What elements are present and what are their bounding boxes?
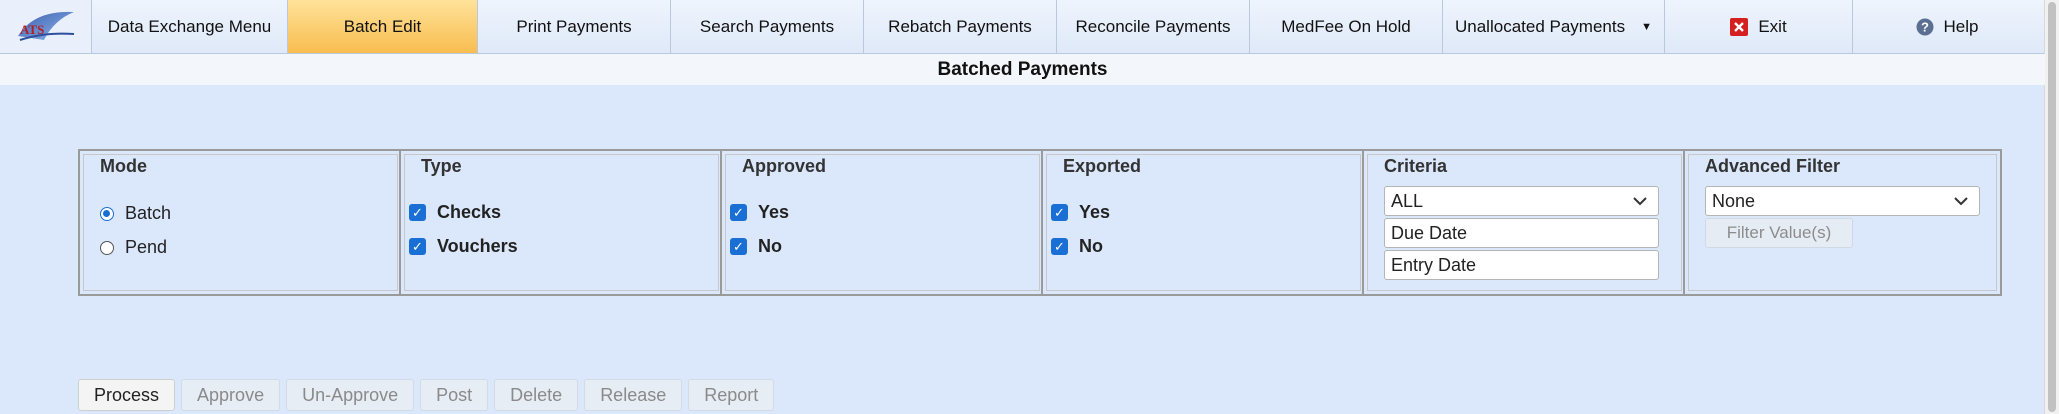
button-label: Release [600, 384, 667, 405]
menu-label: Exit [1758, 16, 1787, 36]
option-label: No [1079, 236, 1103, 256]
menu-label: Print Payments [516, 16, 632, 36]
criteria-title: Criteria [1384, 156, 1448, 176]
svg-text:?: ? [1921, 19, 1929, 34]
advanced-filter-title: Advanced Filter [1705, 156, 1841, 176]
mode-title: Mode [100, 156, 147, 176]
menu-help[interactable]: ? Help [1853, 0, 2041, 53]
advanced-filter-group: Advanced Filter None Filter Value(s) [1685, 151, 2000, 294]
menu-label: MedFee On Hold [1281, 16, 1411, 36]
title-bar: Batched Payments [0, 54, 2045, 85]
type-group: Type ✓ Checks ✓ Vouchers [401, 151, 722, 294]
menu-label: Batch Edit [343, 16, 422, 36]
approved-option-yes[interactable]: ✓ Yes [730, 202, 789, 223]
exported-title: Exported [1063, 156, 1142, 176]
option-label: Checks [437, 202, 502, 222]
option-label: Batch [125, 203, 172, 223]
menu-reconcile-payments[interactable]: Reconcile Payments [1057, 0, 1250, 53]
top-menu-bar: ATS Data Exchange Menu Batch Edit Print … [0, 0, 2045, 54]
advanced-filter-select[interactable]: None [1705, 186, 1980, 216]
select-value: ALL [1391, 190, 1424, 211]
menu-exit[interactable]: Exit [1665, 0, 1853, 53]
exported-option-yes[interactable]: ✓ Yes [1051, 202, 1110, 223]
approved-title: Approved [742, 156, 827, 176]
field-value: Entry Date [1391, 254, 1477, 275]
menu-label: Search Payments [699, 16, 835, 36]
type-option-vouchers[interactable]: ✓ Vouchers [409, 236, 518, 257]
approve-button[interactable]: Approve [181, 379, 281, 411]
type-title: Type [421, 156, 462, 176]
ats-logo[interactable]: ATS [0, 0, 92, 53]
select-value: None [1712, 190, 1756, 211]
option-label: Vouchers [437, 236, 518, 256]
menu-label: Reconcile Payments [1075, 16, 1231, 36]
filter-values-button[interactable]: Filter Value(s) [1705, 218, 1853, 248]
page-title: Batched Payments [937, 58, 1108, 80]
caret-down-icon: ▼ [1641, 20, 1652, 33]
ats-logo-icon: ATS [17, 11, 74, 41]
report-button[interactable]: Report [688, 379, 775, 411]
release-button[interactable]: Release [584, 379, 683, 411]
menu-search-payments[interactable]: Search Payments [671, 0, 864, 53]
vertical-scrollbar[interactable] [2044, 0, 2059, 414]
post-button[interactable]: Post [420, 379, 489, 411]
menu-label: Help [1943, 16, 1979, 36]
menu-label: Unallocated Payments [1455, 16, 1626, 36]
button-label: Post [436, 384, 473, 405]
criteria-group: Criteria ALL Due Date Entry Date [1364, 151, 1685, 294]
process-button[interactable]: Process [78, 379, 176, 411]
criteria-due-date-field[interactable]: Due Date [1384, 218, 1659, 248]
radio-unselected[interactable] [100, 240, 114, 255]
approved-group: Approved ✓ Yes ✓ No [722, 151, 1043, 294]
delete-button[interactable]: Delete [494, 379, 579, 411]
approved-option-no[interactable]: ✓ No [730, 236, 782, 257]
radio-selected[interactable] [100, 206, 114, 221]
scrollbar-thumb[interactable] [2048, 2, 2056, 412]
mode-option-batch[interactable]: Batch [100, 203, 171, 224]
criteria-select[interactable]: ALL [1384, 186, 1659, 216]
menu-rebatch-payments[interactable]: Rebatch Payments [864, 0, 1057, 53]
type-option-checks[interactable]: ✓ Checks [409, 202, 501, 223]
checkbox-checked-icon[interactable]: ✓ [409, 238, 426, 255]
option-label: No [758, 236, 782, 256]
mode-group: Mode Batch Pend [80, 151, 401, 294]
un-approve-button[interactable]: Un-Approve [286, 379, 415, 411]
button-label: Process [94, 384, 160, 405]
menu-label: Data Exchange Menu [107, 16, 272, 36]
exported-option-no[interactable]: ✓ No [1051, 236, 1103, 257]
chevron-down-icon [1632, 193, 1648, 214]
help-icon: ? [1916, 18, 1934, 36]
exported-group: Exported ✓ Yes ✓ No [1043, 151, 1364, 294]
menu-unallocated-payments[interactable]: Unallocated Payments ▼ [1443, 0, 1665, 53]
button-label: Un-Approve [302, 384, 399, 405]
menu-label: Rebatch Payments [888, 16, 1032, 36]
button-label: Delete [510, 384, 563, 405]
checkbox-checked-icon[interactable]: ✓ [1051, 204, 1068, 221]
button-label: Approve [197, 384, 265, 405]
button-label: Report [704, 384, 759, 405]
chevron-down-icon [1953, 193, 1969, 214]
option-label: Yes [1079, 202, 1111, 222]
menu-medfee-on-hold[interactable]: MedFee On Hold [1250, 0, 1443, 53]
svg-text:ATS: ATS [20, 22, 44, 37]
menu-batch-edit[interactable]: Batch Edit [288, 0, 478, 53]
checkbox-checked-icon[interactable]: ✓ [730, 238, 747, 255]
action-toolbar: Process Approve Un-Approve Post Delete R… [78, 379, 775, 411]
button-label: Filter Value(s) [1726, 223, 1832, 242]
checkbox-checked-icon[interactable]: ✓ [1051, 238, 1068, 255]
close-icon [1730, 17, 1749, 36]
menu-print-payments[interactable]: Print Payments [478, 0, 671, 53]
option-label: Yes [758, 202, 790, 222]
checkbox-checked-icon[interactable]: ✓ [730, 204, 747, 221]
criteria-entry-date-field[interactable]: Entry Date [1384, 250, 1659, 280]
filter-panel: Mode Batch Pend Type ✓ Checks ✓ Vouchers… [78, 149, 2002, 296]
field-value: Due Date [1391, 222, 1468, 243]
menu-data-exchange[interactable]: Data Exchange Menu [92, 0, 288, 53]
option-label: Pend [125, 237, 168, 257]
checkbox-checked-icon[interactable]: ✓ [409, 204, 426, 221]
mode-option-pend[interactable]: Pend [100, 237, 167, 258]
